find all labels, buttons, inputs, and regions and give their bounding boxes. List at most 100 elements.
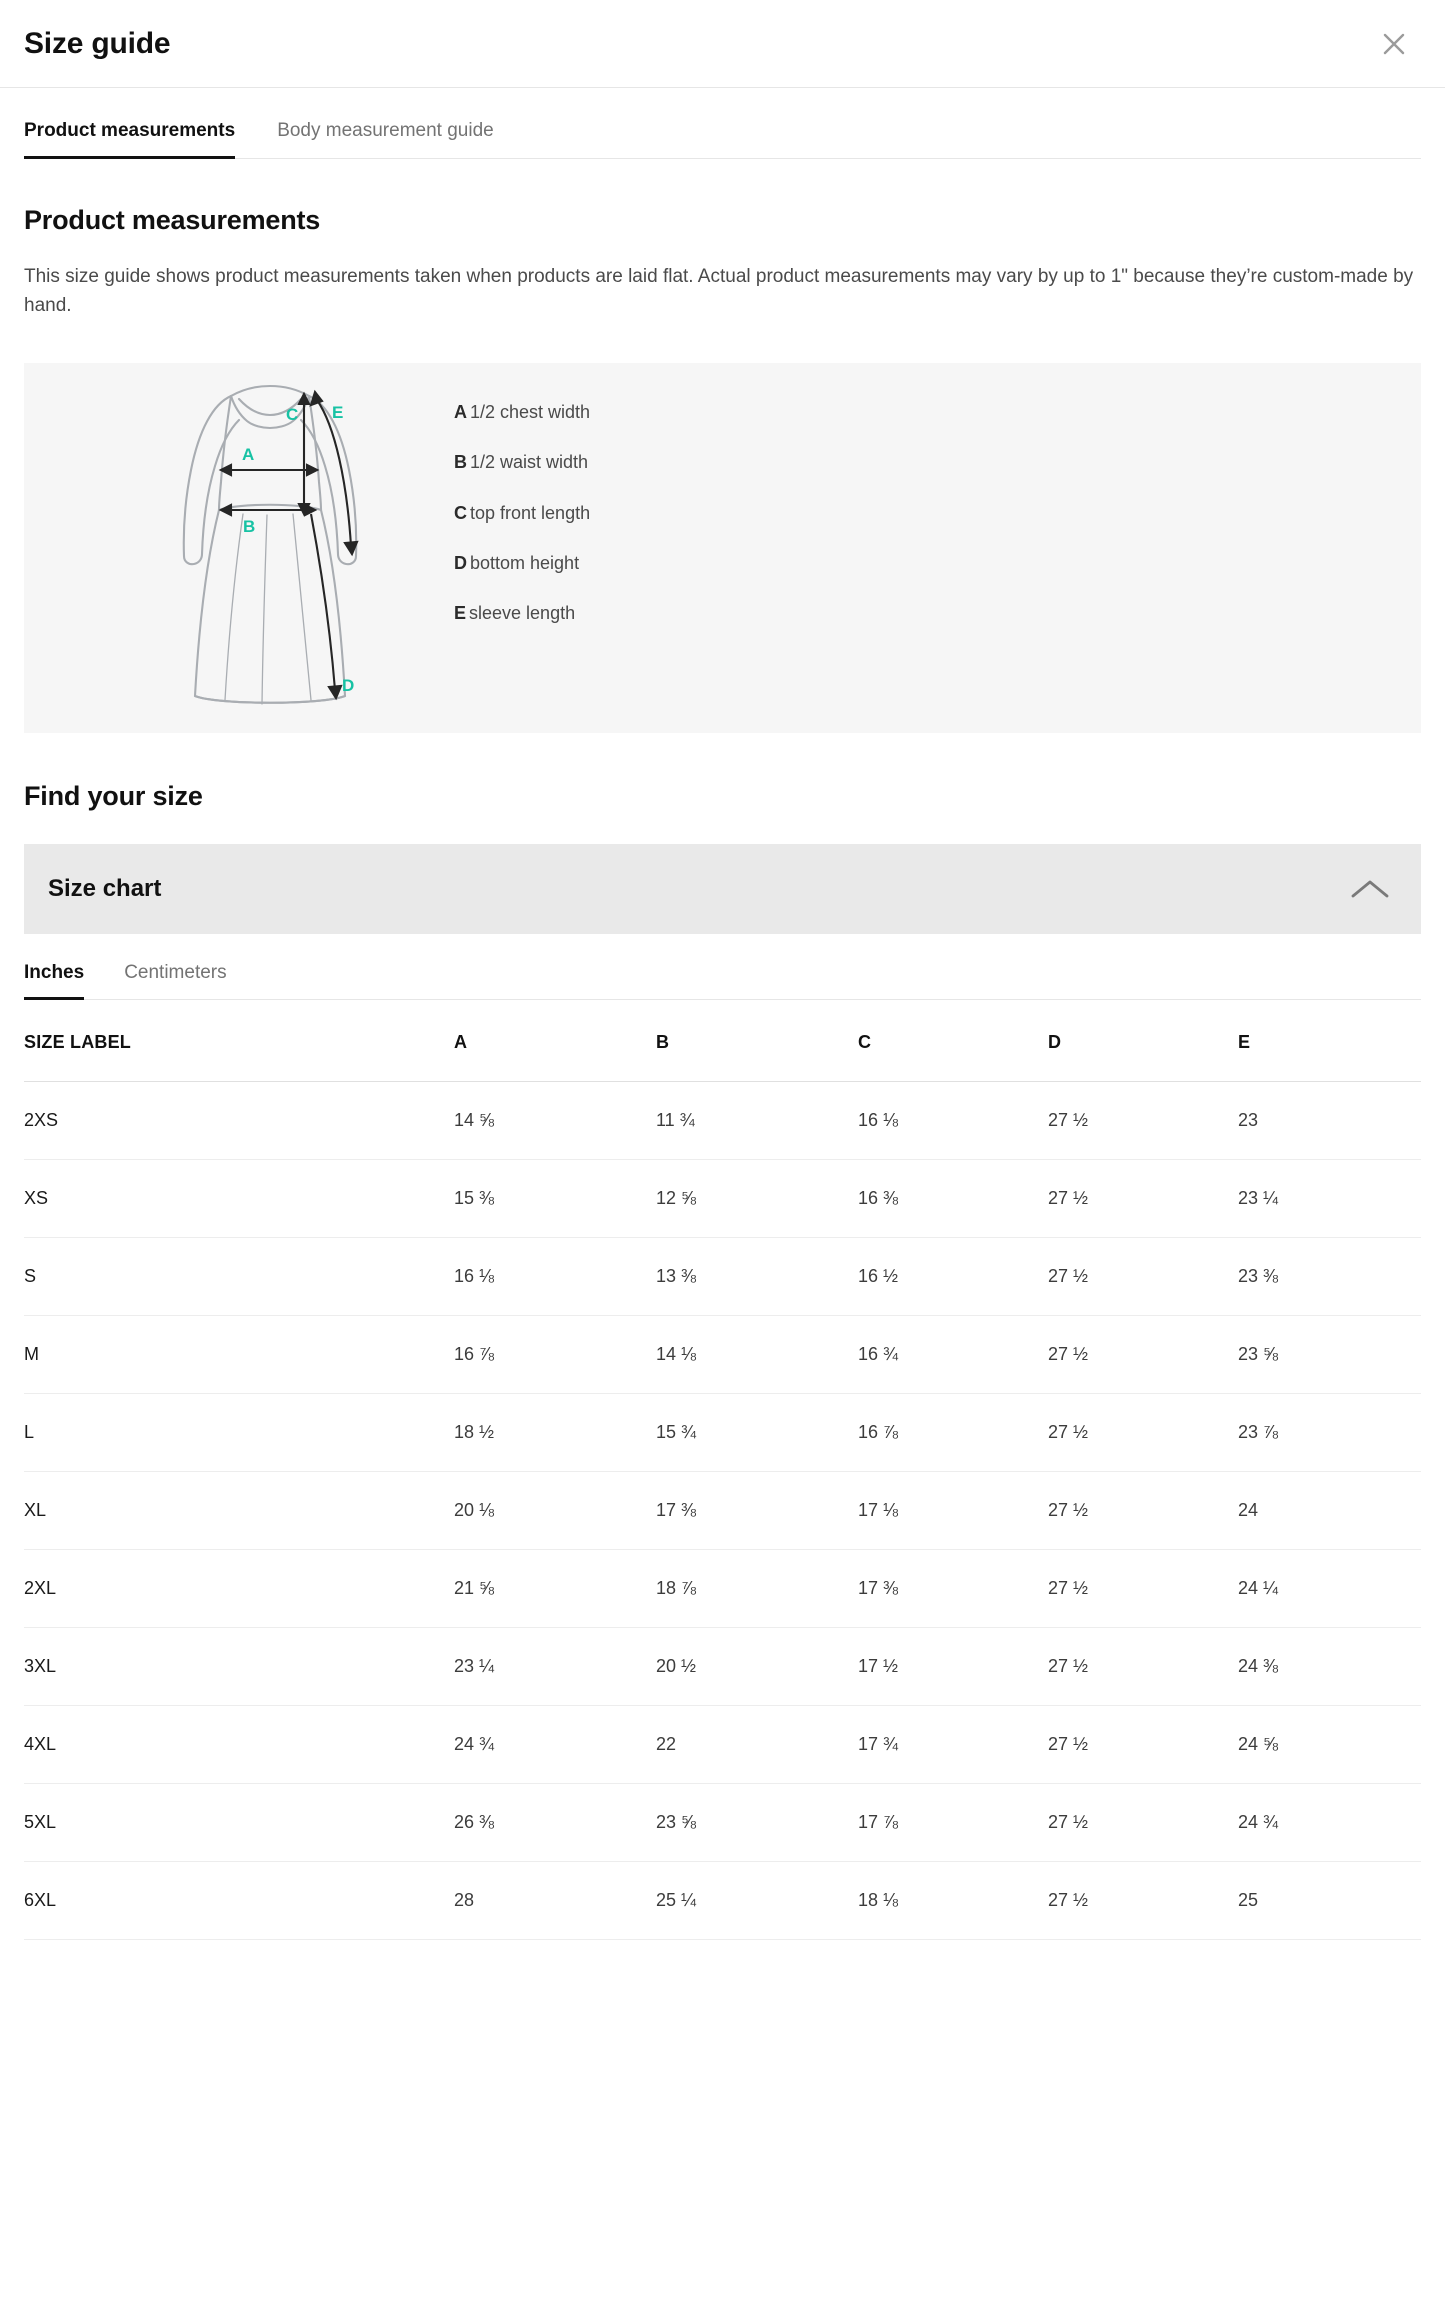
table-row: XS 15 ⅜ 12 ⅝ 16 ⅜ 27 ½ 23 ¼ xyxy=(24,1159,1421,1237)
cell-c: 16 ⅞ xyxy=(858,1393,1048,1471)
cell-size: 4XL xyxy=(24,1705,454,1783)
dress-illustration-icon: A B C D E xyxy=(159,378,399,718)
unit-tabs: Inches Centimeters xyxy=(24,962,1421,1000)
size-guide-modal: Size guide Product measurements Body mea… xyxy=(0,0,1445,2324)
cell-b: 18 ⅞ xyxy=(656,1549,858,1627)
size-chart-head: SIZE LABEL A B C D E xyxy=(24,1000,1421,1082)
legend-item-e: Esleeve length xyxy=(454,602,1421,625)
cell-a: 28 xyxy=(454,1861,656,1939)
legend-text-e: sleeve length xyxy=(469,603,575,623)
cell-e: 24 ¾ xyxy=(1238,1783,1421,1861)
cell-a: 16 ⅛ xyxy=(454,1237,656,1315)
column-header-b: B xyxy=(656,1000,858,1082)
cell-e: 24 ¼ xyxy=(1238,1549,1421,1627)
column-header-e: E xyxy=(1238,1000,1421,1082)
table-row: 6XL 28 25 ¼ 18 ⅛ 27 ½ 25 xyxy=(24,1861,1421,1939)
legend-key-e: E xyxy=(454,603,466,623)
cell-d: 27 ½ xyxy=(1048,1081,1238,1159)
cell-e: 24 ⅝ xyxy=(1238,1705,1421,1783)
cell-e: 23 ⅝ xyxy=(1238,1315,1421,1393)
close-button[interactable] xyxy=(1371,21,1417,67)
legend-text-a: 1/2 chest width xyxy=(470,402,590,422)
cell-d: 27 ½ xyxy=(1048,1315,1238,1393)
legend-text-b: 1/2 waist width xyxy=(470,452,588,472)
cell-e: 23 ⅜ xyxy=(1238,1237,1421,1315)
legend-item-d: Dbottom height xyxy=(454,552,1421,575)
cell-c: 16 ⅜ xyxy=(858,1159,1048,1237)
cell-a: 15 ⅜ xyxy=(454,1159,656,1237)
diagram-marker-a: A xyxy=(242,445,254,464)
cell-e: 24 xyxy=(1238,1471,1421,1549)
cell-a: 16 ⅞ xyxy=(454,1315,656,1393)
cell-e: 23 xyxy=(1238,1081,1421,1159)
cell-e: 23 ¼ xyxy=(1238,1159,1421,1237)
cell-b: 13 ⅜ xyxy=(656,1237,858,1315)
table-row: 3XL 23 ¼ 20 ½ 17 ½ 27 ½ 24 ⅜ xyxy=(24,1627,1421,1705)
table-row: 2XS 14 ⅝ 11 ¾ 16 ⅛ 27 ½ 23 xyxy=(24,1081,1421,1159)
size-chart-title: Size chart xyxy=(48,875,161,903)
legend-key-a: A xyxy=(454,402,467,422)
cell-b: 20 ½ xyxy=(656,1627,858,1705)
cell-size: 6XL xyxy=(24,1861,454,1939)
cell-d: 27 ½ xyxy=(1048,1549,1238,1627)
cell-e: 24 ⅜ xyxy=(1238,1627,1421,1705)
cell-c: 17 ½ xyxy=(858,1627,1048,1705)
modal-header: Size guide xyxy=(0,0,1445,88)
cell-d: 27 ½ xyxy=(1048,1237,1238,1315)
product-measurements-section: Product measurements This size guide sho… xyxy=(0,205,1445,321)
cell-size: 2XL xyxy=(24,1549,454,1627)
table-row: 5XL 26 ⅜ 23 ⅝ 17 ⅞ 27 ½ 24 ¾ xyxy=(24,1783,1421,1861)
cell-size: XL xyxy=(24,1471,454,1549)
cell-e: 23 ⅞ xyxy=(1238,1393,1421,1471)
cell-b: 17 ⅜ xyxy=(656,1471,858,1549)
cell-c: 17 ⅜ xyxy=(858,1549,1048,1627)
cell-c: 17 ¾ xyxy=(858,1705,1048,1783)
cell-size: 3XL xyxy=(24,1627,454,1705)
cell-b: 23 ⅝ xyxy=(656,1783,858,1861)
measurement-diagram-panel: A B C D E A1/2 chest width B1/2 waist wi… xyxy=(24,363,1421,733)
diagram-marker-c: C xyxy=(286,405,298,424)
chevron-up-icon[interactable] xyxy=(1349,876,1391,902)
cell-a: 23 ¼ xyxy=(454,1627,656,1705)
cell-b: 22 xyxy=(656,1705,858,1783)
find-your-size-heading: Find your size xyxy=(24,781,1421,812)
cell-d: 27 ½ xyxy=(1048,1159,1238,1237)
table-row: S 16 ⅛ 13 ⅜ 16 ½ 27 ½ 23 ⅜ xyxy=(24,1237,1421,1315)
column-header-size-label: SIZE LABEL xyxy=(24,1000,454,1082)
legend-item-b: B1/2 waist width xyxy=(454,451,1421,474)
size-chart-accordion-header[interactable]: Size chart xyxy=(24,844,1421,934)
cell-size: M xyxy=(24,1315,454,1393)
cell-c: 16 ¾ xyxy=(858,1315,1048,1393)
legend-item-c: Ctop front length xyxy=(454,502,1421,525)
close-icon xyxy=(1379,29,1409,59)
legend-text-d: bottom height xyxy=(470,553,579,573)
tab-inches[interactable]: Inches xyxy=(24,962,84,1000)
cell-a: 18 ½ xyxy=(454,1393,656,1471)
cell-c: 17 ⅛ xyxy=(858,1471,1048,1549)
cell-size: L xyxy=(24,1393,454,1471)
legend-text-c: top front length xyxy=(470,503,590,523)
legend-key-b: B xyxy=(454,452,467,472)
diagram-marker-b: B xyxy=(243,517,255,536)
cell-c: 17 ⅞ xyxy=(858,1783,1048,1861)
product-measurements-heading: Product measurements xyxy=(24,205,1421,236)
guide-tabs: Product measurements Body measurement gu… xyxy=(0,120,1445,159)
cell-size: 5XL xyxy=(24,1783,454,1861)
measurement-legend: A1/2 chest width B1/2 waist width Ctop f… xyxy=(444,363,1421,733)
tab-product-measurements[interactable]: Product measurements xyxy=(24,120,235,159)
cell-size: XS xyxy=(24,1159,454,1237)
tab-body-measurement-guide[interactable]: Body measurement guide xyxy=(277,120,494,159)
size-chart-table: SIZE LABEL A B C D E 2XS 14 ⅝ 11 ¾ 16 ⅛ … xyxy=(24,1000,1421,1940)
legend-item-a: A1/2 chest width xyxy=(454,401,1421,424)
page-title: Size guide xyxy=(24,27,170,61)
cell-b: 25 ¼ xyxy=(656,1861,858,1939)
diagram-marker-d: D xyxy=(342,676,354,695)
cell-d: 27 ½ xyxy=(1048,1705,1238,1783)
product-measurements-description: This size guide shows product measuremen… xyxy=(24,262,1421,321)
tab-centimeters[interactable]: Centimeters xyxy=(124,962,226,1000)
cell-b: 12 ⅝ xyxy=(656,1159,858,1237)
cell-a: 21 ⅝ xyxy=(454,1549,656,1627)
size-chart-body: 2XS 14 ⅝ 11 ¾ 16 ⅛ 27 ½ 23 XS 15 ⅜ 12 ⅝ … xyxy=(24,1081,1421,1939)
cell-d: 27 ½ xyxy=(1048,1783,1238,1861)
table-row: XL 20 ⅛ 17 ⅜ 17 ⅛ 27 ½ 24 xyxy=(24,1471,1421,1549)
